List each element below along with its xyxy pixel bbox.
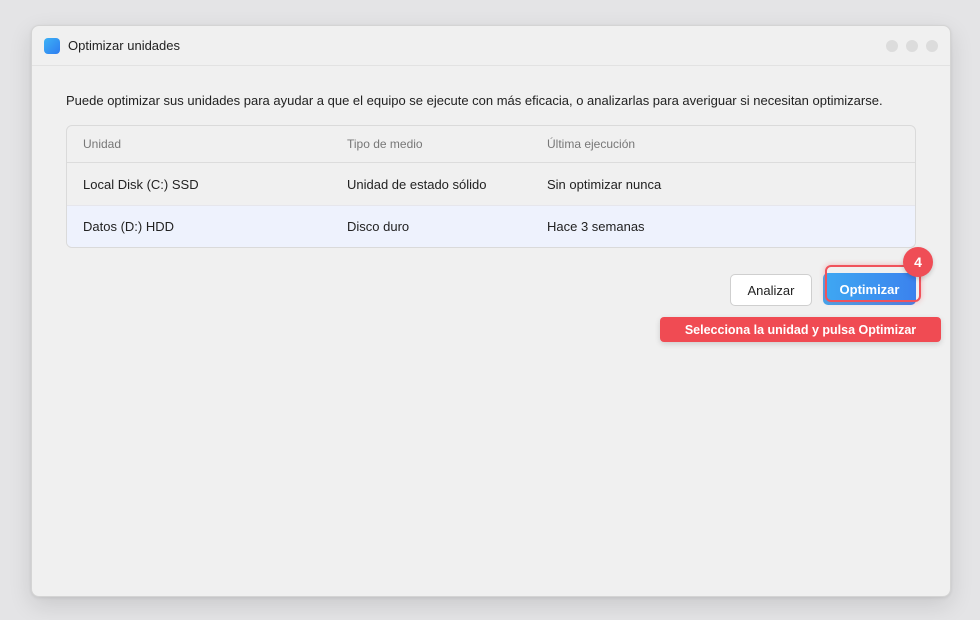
cell-unidad: Local Disk (C:) SSD bbox=[83, 176, 199, 192]
table-header: Unidad Tipo de medio Última ejecución bbox=[67, 126, 915, 163]
optimize-button[interactable]: Optimizar bbox=[823, 273, 916, 305]
close-button[interactable] bbox=[926, 39, 938, 52]
cell-tipo: Unidad de estado sólido bbox=[347, 176, 487, 192]
window-title: Optimizar unidades bbox=[68, 38, 180, 53]
app-icon bbox=[44, 37, 60, 54]
drives-table: Unidad Tipo de medio Última ejecución Lo… bbox=[66, 125, 916, 248]
column-header-tipo[interactable]: Tipo de medio bbox=[347, 137, 547, 151]
cell-unidad: Datos (D:) HDD bbox=[83, 219, 175, 234]
column-header-ultima[interactable]: Última ejecución bbox=[547, 137, 915, 151]
optimize-drives-window: Optimizar unidades Puede optimizar sus u… bbox=[31, 25, 951, 597]
description-text: Puede optimizar sus unidades para ayudar… bbox=[66, 93, 883, 108]
tutorial-tooltip: Selecciona la unidad y pulsa Optimizar bbox=[660, 317, 941, 342]
maximize-button[interactable] bbox=[906, 39, 918, 52]
column-header-unidad[interactable]: Unidad bbox=[67, 137, 347, 151]
cell-ultima: Hace 3 semanas bbox=[547, 219, 645, 234]
title-bar: Optimizar unidades bbox=[32, 26, 950, 66]
cell-tipo: Disco duro bbox=[347, 219, 410, 234]
table-row-selected[interactable]: Datos (D:) HDD Disco duro Hace 3 semanas bbox=[67, 205, 915, 247]
minimize-button[interactable] bbox=[886, 39, 898, 52]
window-controls bbox=[886, 39, 938, 52]
step-badge: 4 bbox=[903, 247, 933, 277]
table-row[interactable]: Local Disk (C:) SSD Unidad de estado sól… bbox=[67, 163, 915, 205]
analyze-button[interactable]: Analizar bbox=[730, 274, 812, 306]
cell-ultima: Sin optimizar nunca bbox=[547, 176, 662, 192]
